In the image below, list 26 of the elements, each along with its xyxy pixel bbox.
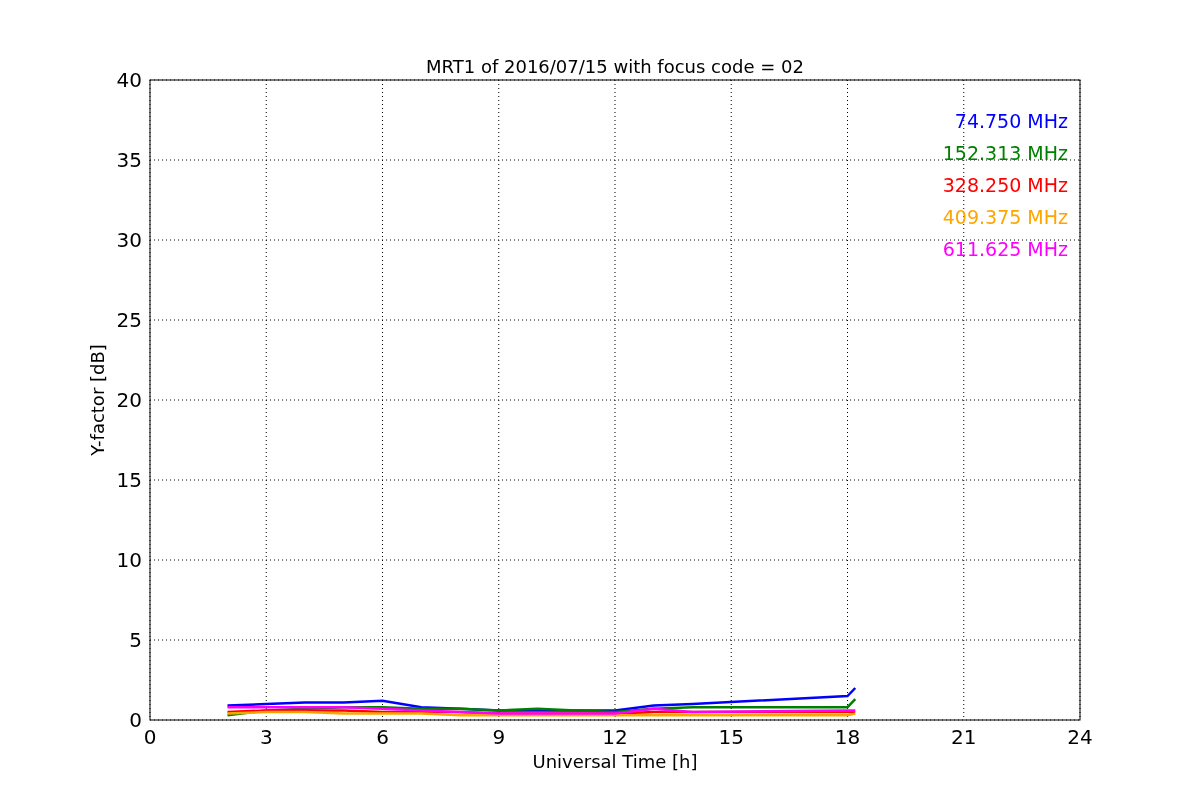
y-tick-label: 40 [116,68,142,92]
x-tick-label: 0 [143,725,157,749]
x-tick-label: 12 [602,725,628,749]
y-tick-label: 35 [116,148,142,172]
x-axis-label: Universal Time [h] [532,751,698,772]
x-tick-label: 15 [718,725,744,749]
x-tick-label: 6 [376,725,389,749]
x-tick-label: 24 [1067,725,1093,749]
y-tick-label: 15 [116,468,142,492]
legend-label: 152.313 MHz [942,142,1068,164]
y-tick-label: 25 [116,308,142,332]
y-tick-label: 10 [116,548,142,572]
y-tick-label: 20 [116,388,142,412]
x-tick-label: 18 [834,725,861,749]
chart-title: MRT1 of 2016/07/15 with focus code = 02 [426,56,804,77]
x-tick-label: 21 [951,725,977,749]
legend-label: 74.750 MHz [954,110,1068,132]
y-axis-label: Y-factor [dB] [87,344,108,456]
y-tick-label: 0 [129,708,142,732]
legend-label: 328.250 MHz [942,174,1068,196]
legend-label: 611.625 MHz [942,238,1068,260]
x-tick-label: 9 [492,725,506,749]
legend-label: 409.375 MHz [942,206,1068,228]
x-tick-label: 3 [259,725,273,749]
y-tick-label: 30 [116,228,142,252]
y-tick-label: 5 [129,628,142,652]
